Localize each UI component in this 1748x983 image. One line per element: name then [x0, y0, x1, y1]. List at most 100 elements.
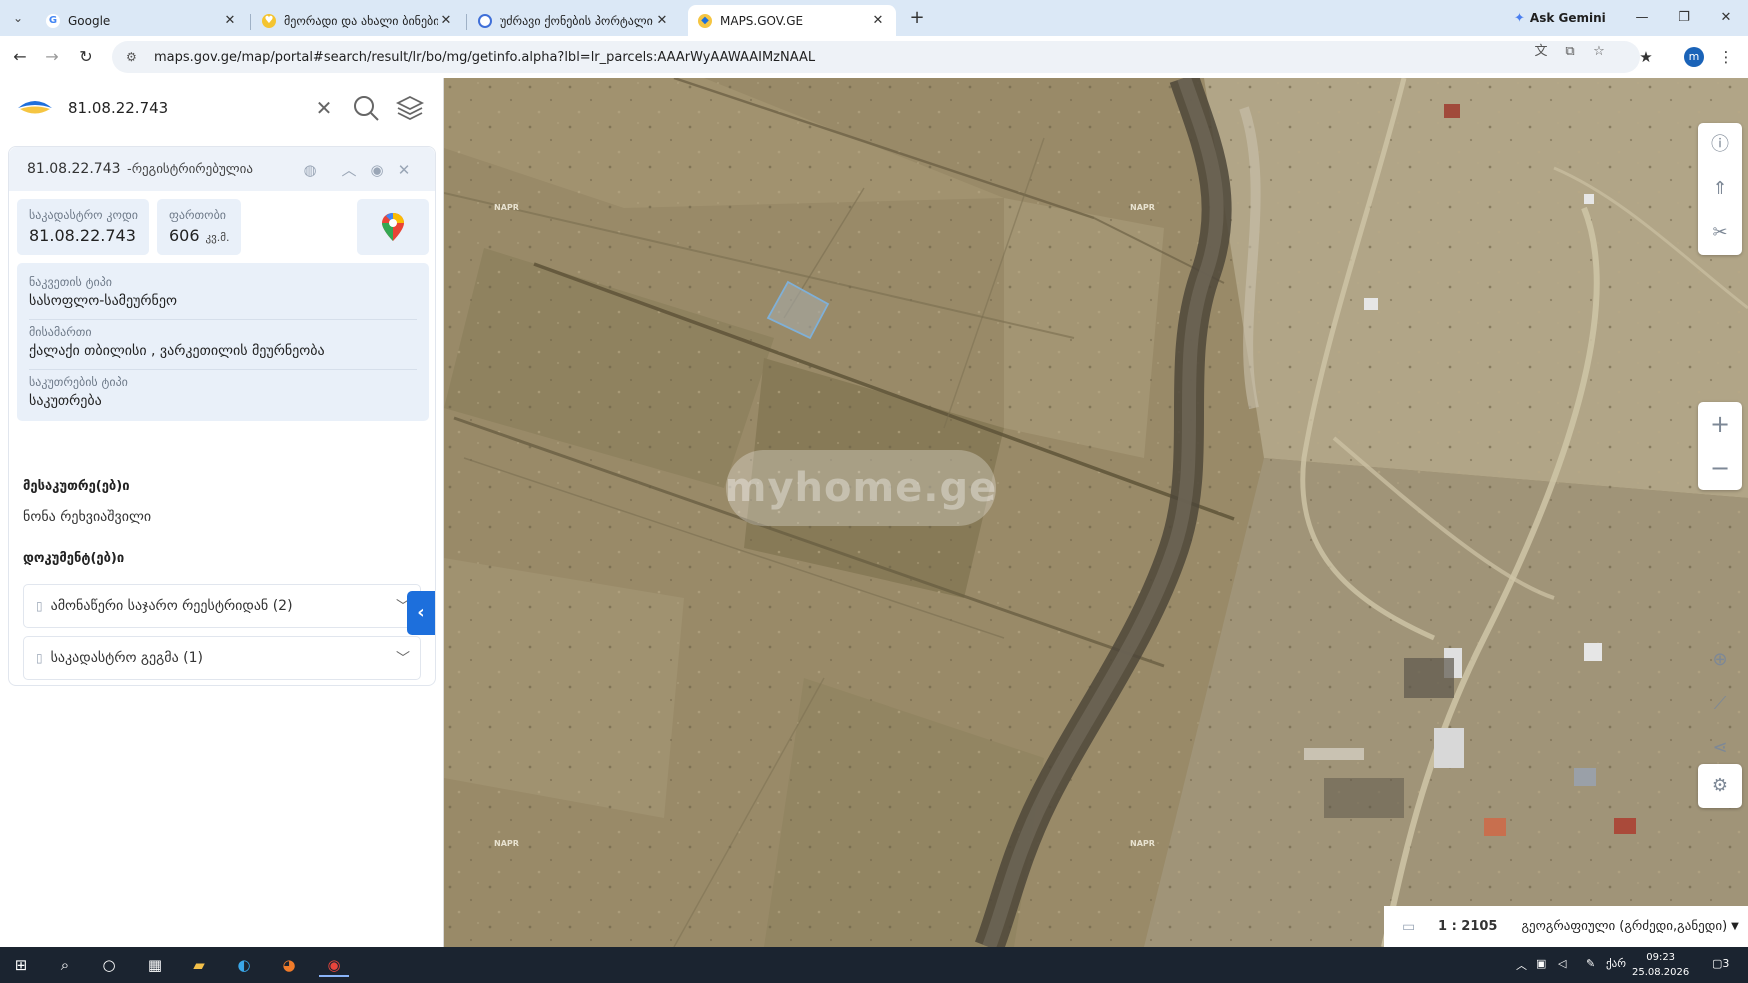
windows-start-icon[interactable]: ⊞: [6, 953, 36, 977]
firefox-icon[interactable]: ◕: [274, 953, 304, 977]
close-card-icon[interactable]: ✕: [393, 159, 415, 181]
bookmark-star-icon[interactable]: ☆: [1590, 43, 1608, 61]
install-app-icon[interactable]: ⧉: [1561, 43, 1579, 61]
forward-arrow-icon[interactable]: →: [40, 45, 64, 69]
chevron-down-icon[interactable]: ﹀: [386, 648, 420, 668]
site-settings-icon[interactable]: ⚙: [126, 50, 144, 64]
zoom-in-button[interactable]: +: [1698, 402, 1742, 446]
browser-tab-strip: ⌄ G Google ✕ ♥ მეორადი და ახალი ბინები ✕…: [0, 0, 1748, 36]
chevron-up-icon[interactable]: ︿: [338, 159, 360, 181]
address-bar[interactable]: ⚙ maps.gov.ge/map/portal#search/result/l…: [112, 41, 1640, 73]
chrome-icon[interactable]: ◉: [319, 953, 349, 977]
zoom-out-button[interactable]: −: [1698, 446, 1742, 490]
tab-close-icon[interactable]: ✕: [222, 13, 238, 28]
new-tab-button[interactable]: +: [905, 6, 929, 30]
north-arrow-icon[interactable]: ⇑: [1698, 167, 1742, 211]
document-icon: ▯: [36, 651, 43, 665]
area-value: 606: [169, 226, 200, 245]
url-text[interactable]: maps.gov.ge/map/portal#search/result/lr/…: [154, 50, 815, 65]
edge-icon[interactable]: ◐: [229, 953, 259, 977]
pen-icon[interactable]: ✎: [1586, 957, 1595, 970]
cadastral-code-tile: საკადასტრო კოდი 81.08.22.743: [17, 199, 149, 255]
scale-value: 1 : 2105: [1438, 919, 1498, 934]
document-icon: ▯: [36, 599, 43, 613]
search-input[interactable]: 81.08.22.743: [68, 99, 168, 117]
parcel-card: 81.08.22.743 -რეგისტრირებულია ◍ ︿ ◉ ✕ სა…: [8, 146, 436, 686]
map-pin-icon: [382, 213, 404, 241]
palette-icon[interactable]: ◍: [299, 159, 321, 181]
collapse-panel-button[interactable]: ‹: [407, 591, 435, 635]
divider: [29, 319, 417, 320]
measure-tool-icon[interactable]: ✂: [1698, 211, 1742, 255]
eye-icon[interactable]: ◉: [366, 159, 388, 181]
tab-divider: [250, 14, 251, 30]
napr-label: NAPR: [494, 203, 519, 212]
tray-expand-icon[interactable]: ︿: [1516, 957, 1527, 973]
address-field: მისამართი ქალაქი თბილისი , ვარკეთილის მე…: [29, 325, 325, 359]
area-tile: ფართობი 606 კვ.მ.: [157, 199, 241, 255]
parcel-details: ნაკვეთის ტიპი სასოფლო-სამეურნეო მისამართ…: [17, 263, 429, 421]
myhome-favicon-icon: ♥: [262, 13, 276, 28]
settings-control: ⚙: [1698, 764, 1742, 808]
portal-favicon-icon: [478, 13, 492, 28]
napr-label: NAPR: [1130, 839, 1155, 848]
browser-menu-icon[interactable]: ⋮: [1714, 45, 1738, 69]
map-view[interactable]: NAPR NAPR NAPR NAPR myhome.ge ⓘ ⇑ ✂ + − …: [444, 78, 1748, 947]
browser-toolbar: ← → ↻ ⚙ maps.gov.ge/map/portal#search/re…: [0, 36, 1748, 78]
chevron-down-icon[interactable]: ▼: [1731, 921, 1739, 932]
clear-search-icon[interactable]: ✕: [309, 93, 339, 123]
street-view-icon[interactable]: ⟋: [1698, 682, 1742, 726]
tab-close-icon[interactable]: ✕: [438, 13, 454, 28]
map-actions-group: ⊕ ⟋ ⋖: [1698, 638, 1742, 770]
locate-me-icon[interactable]: ⊕: [1698, 638, 1742, 682]
tab-myhome[interactable]: ♥ მეორადი და ახალი ბინები ✕: [252, 5, 464, 36]
network-icon[interactable]: ▣: [1536, 957, 1546, 970]
tab-google[interactable]: G Google ✕: [36, 5, 248, 36]
back-arrow-icon[interactable]: ←: [8, 45, 32, 69]
close-window-icon[interactable]: ✕: [1706, 6, 1746, 30]
document-row-cadastral-plan[interactable]: ▯ საკადასტრო გეგმა (1) ﹀: [23, 636, 421, 680]
projection-select[interactable]: გეოგრაფიული (გრძედი,განედი): [1521, 919, 1727, 934]
notifications-icon[interactable]: ▢3: [1712, 957, 1729, 970]
volume-icon[interactable]: ◁: [1558, 957, 1566, 970]
reload-icon[interactable]: ↻: [74, 45, 98, 69]
ownership-type-field: საკუთრების ტიპი საკუთრება: [29, 375, 128, 409]
layers-icon[interactable]: [395, 93, 425, 123]
documents-title: დოკუმენტ(ებ)ი: [23, 551, 125, 566]
cadastral-code-value: 81.08.22.743: [29, 226, 136, 245]
settings-gear-icon[interactable]: ⚙: [1698, 764, 1742, 808]
search-icon[interactable]: ⌕: [50, 953, 80, 977]
watermark: myhome.ge: [725, 450, 996, 526]
tab-search-menu-icon[interactable]: ⌄: [8, 8, 28, 28]
parcel-info-panel: 81.08.22.743 ✕ 81.08.22.743 -რეგისტრირებ…: [0, 78, 444, 947]
parcel-status: -რეგისტრირებულია: [127, 162, 253, 177]
bookmarks-icon[interactable]: ★: [1634, 45, 1658, 69]
tab-divider: [466, 14, 467, 30]
language-indicator[interactable]: ქარ: [1606, 957, 1626, 970]
zoom-controls: + −: [1698, 402, 1742, 490]
document-row-registry-extract[interactable]: ▯ ამონაწერი საჯარო რეესტრიდან (2) ﹀: [23, 584, 421, 628]
google-maps-button[interactable]: [357, 199, 429, 255]
tab-close-icon[interactable]: ✕: [654, 13, 670, 28]
task-view-icon[interactable]: ○: [94, 953, 124, 977]
minimize-icon[interactable]: —: [1622, 6, 1662, 30]
info-icon[interactable]: ⓘ: [1698, 123, 1742, 167]
gemini-sparkle-icon: ✦: [1514, 10, 1525, 26]
maps-favicon-icon: ◆: [698, 13, 712, 28]
translate-icon[interactable]: 文: [1532, 43, 1550, 61]
calculator-icon[interactable]: ▦: [140, 953, 170, 977]
search-icon[interactable]: [351, 93, 381, 123]
os-taskbar: ⊞ ⌕ ○ ▦ ▰ ◐ ◕ ◉ ︿ ▣ ◁ ✎ ქარ 09:23 25.08.…: [0, 947, 1748, 983]
clock[interactable]: 09:23 25.08.2026: [1632, 950, 1689, 980]
ask-gemini-button[interactable]: ✦ Ask Gemini: [1514, 8, 1606, 28]
file-explorer-icon[interactable]: ▰: [184, 953, 214, 977]
parcel-card-header: 81.08.22.743 -რეგისტრირებულია ◍ ︿ ◉ ✕: [9, 147, 435, 191]
tab-maps-gov[interactable]: ◆ MAPS.GOV.GE ✕: [688, 5, 896, 36]
owners-title: მესაკუთრე(ებ)ი: [23, 479, 130, 494]
profile-avatar[interactable]: m: [1684, 47, 1704, 67]
napr-logo-icon[interactable]: [16, 96, 54, 118]
tab-property-portal[interactable]: უძრავი ქონების პორტალი ✕: [468, 5, 680, 36]
divider: [29, 369, 417, 370]
tab-close-icon[interactable]: ✕: [870, 13, 886, 28]
restore-icon[interactable]: ❐: [1664, 6, 1704, 30]
